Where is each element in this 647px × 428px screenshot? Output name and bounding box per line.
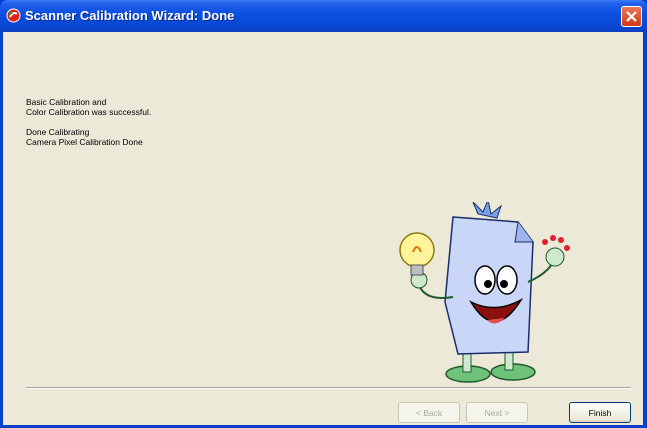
finish-button[interactable]: Finish [569, 402, 631, 423]
title-bar[interactable]: Scanner Calibration Wizard: Done [0, 0, 647, 32]
scanner-app-icon [6, 8, 21, 23]
close-button[interactable] [621, 6, 642, 27]
message-line: Color Calibration was successful. [26, 107, 152, 117]
calibration-message: Basic Calibration and Color Calibration … [26, 97, 151, 147]
window-border [0, 32, 3, 428]
message-line: Basic Calibration and [26, 97, 107, 107]
window-border [643, 32, 647, 428]
message-line: Camera Pixel Calibration Done [26, 137, 143, 147]
document-mascot-illustration [383, 198, 593, 390]
close-icon [626, 11, 637, 22]
message-line: Done Calibrating [26, 127, 90, 137]
window-title: Scanner Calibration Wizard: Done [25, 8, 235, 23]
back-button[interactable]: < Back [398, 402, 460, 423]
wizard-content: Basic Calibration and Color Calibration … [3, 32, 643, 425]
wizard-window: Scanner Calibration Wizard: Done Basic C… [0, 0, 647, 428]
next-button[interactable]: Next > [466, 402, 528, 423]
footer-divider [26, 387, 631, 389]
